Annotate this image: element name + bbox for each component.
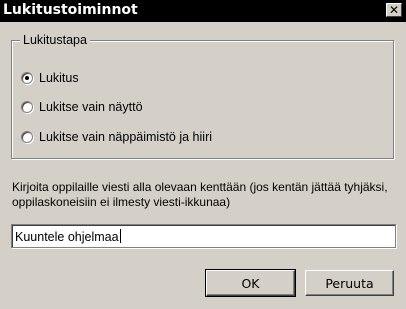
- radio-lock-screen-only-indicator[interactable]: [21, 101, 33, 113]
- dialog-title: Lukitustoiminnot: [3, 2, 138, 18]
- lock-method-legend: Lukitustapa: [20, 33, 90, 47]
- radio-lock-indicator[interactable]: [21, 72, 33, 84]
- title-bar[interactable]: Lukitustoiminnot ✕: [0, 0, 406, 22]
- radio-lock-input-only[interactable]: Lukitse vain näppäimistö ja hiiri: [21, 130, 212, 144]
- radio-lock-screen-only-label: Lukitse vain näyttö: [39, 100, 143, 114]
- radio-lock-screen-only[interactable]: Lukitse vain näyttö: [21, 100, 143, 114]
- radio-lock[interactable]: Lukitus: [21, 71, 79, 85]
- radio-lock-input-only-label: Lukitse vain näppäimistö ja hiiri: [39, 130, 213, 144]
- message-input-value: Kuuntele ohjelmaa: [15, 230, 119, 244]
- close-button[interactable]: ✕: [386, 3, 402, 17]
- ok-button[interactable]: OK: [205, 269, 296, 297]
- cancel-button[interactable]: Peruuta: [305, 270, 394, 296]
- close-icon: ✕: [388, 3, 400, 17]
- radio-lock-input-only-indicator[interactable]: [21, 131, 33, 143]
- lock-dialog: Lukitustoiminnot ✕ Lukitustapa Lukitus L…: [0, 0, 406, 309]
- radio-lock-label: Lukitus: [39, 71, 79, 85]
- text-caret: [119, 229, 121, 243]
- message-input[interactable]: Kuuntele ohjelmaa: [11, 224, 396, 248]
- message-instructions: Kirjoita oppilaille viesti alla olevaan …: [12, 180, 388, 209]
